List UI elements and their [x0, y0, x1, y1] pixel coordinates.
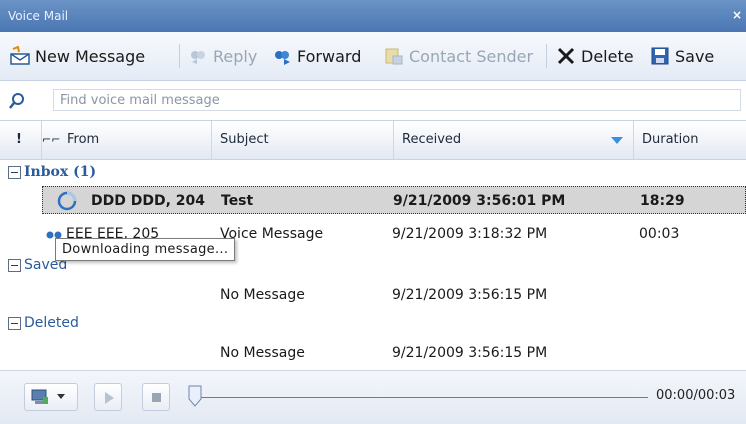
- row-received: 9/21/2009 3:56:01 PM: [393, 193, 566, 209]
- column-duration[interactable]: Duration: [634, 121, 746, 159]
- search-bar: [0, 86, 746, 116]
- toolbar-divider: [546, 44, 547, 68]
- table-row[interactable]: No Message 9/21/2009 3:56:15 PM: [42, 281, 746, 309]
- save-label: Save: [675, 46, 715, 66]
- playback-slider-thumb[interactable]: [188, 385, 202, 407]
- group-deleted[interactable]: Deleted: [0, 310, 746, 336]
- contact-sender-button[interactable]: Contact Sender: [384, 32, 533, 80]
- column-priority[interactable]: !: [0, 121, 42, 159]
- table-row[interactable]: No Message 9/21/2009 3:56:15 PM: [42, 339, 746, 367]
- player-bar: 00:00/00:03: [0, 370, 746, 424]
- row-duration: 00:03: [639, 226, 680, 242]
- forward-icon: [275, 51, 290, 65]
- delete-button[interactable]: Delete: [556, 32, 634, 80]
- new-message-icon: [10, 46, 30, 65]
- row-received: 9/21/2009 3:18:32 PM: [392, 226, 548, 242]
- new-message-label: New Message: [35, 46, 146, 66]
- search-icon: [9, 93, 24, 109]
- play-icon: [105, 392, 114, 404]
- close-icon[interactable]: ×: [732, 8, 742, 22]
- computer-speaker-icon: [31, 389, 48, 404]
- stop-icon: [152, 393, 161, 402]
- play-button[interactable]: [94, 383, 122, 411]
- collapse-icon[interactable]: [8, 259, 21, 272]
- row-duration: 18:29: [640, 193, 685, 209]
- playback-time: 00:00/00:03: [656, 388, 736, 403]
- search-input[interactable]: [53, 89, 741, 111]
- downloading-tooltip: Downloading message...: [55, 238, 236, 261]
- window-title-bar: Voice Mail ×: [0, 0, 746, 32]
- stop-button[interactable]: [142, 383, 170, 411]
- output-device-button[interactable]: [24, 383, 78, 411]
- window-title: Voice Mail: [8, 9, 69, 23]
- column-received-label: Received: [402, 132, 462, 147]
- group-label: Inbox (1): [24, 164, 97, 180]
- save-icon: [651, 47, 669, 65]
- table-row[interactable]: DDD DDD, 204 Test 9/21/2009 3:56:01 PM 1…: [42, 186, 746, 214]
- sort-descending-icon: [611, 137, 623, 144]
- row-subject: No Message: [220, 287, 305, 303]
- reply-label: Reply: [213, 46, 258, 66]
- column-subject[interactable]: Subject: [212, 121, 394, 159]
- row-subject: Test: [221, 193, 254, 209]
- collapse-icon[interactable]: [8, 317, 21, 330]
- dropdown-arrow-icon: [57, 394, 65, 399]
- row-subject: Voice Message: [220, 226, 324, 242]
- delete-label: Delete: [581, 46, 634, 66]
- row-subject: No Message: [220, 345, 305, 361]
- row-received: 9/21/2009 3:56:15 PM: [392, 287, 548, 303]
- row-from: DDD DDD, 204: [91, 193, 206, 209]
- column-received[interactable]: Received: [394, 121, 634, 159]
- new-message-button[interactable]: New Message: [10, 32, 145, 80]
- contact-sender-icon: [385, 48, 403, 65]
- save-button[interactable]: Save: [650, 32, 714, 80]
- column-header: ! ⌐⌐ From Subject Received Duration: [0, 120, 746, 160]
- contact-sender-label: Contact Sender: [409, 46, 534, 66]
- group-label: Deleted: [24, 315, 79, 331]
- column-type[interactable]: ⌐⌐: [42, 121, 62, 159]
- column-from[interactable]: From: [62, 121, 212, 159]
- forward-button[interactable]: Forward: [272, 32, 361, 80]
- toolbar-divider: [179, 44, 180, 68]
- playback-track[interactable]: [196, 397, 648, 398]
- collapse-icon[interactable]: [8, 166, 21, 179]
- loading-spinner-icon: [57, 191, 77, 211]
- delete-icon: [557, 47, 575, 65]
- row-received: 9/21/2009 3:56:15 PM: [392, 345, 548, 361]
- group-inbox[interactable]: Inbox (1): [0, 159, 746, 185]
- reply-icon: [191, 51, 205, 64]
- reply-button[interactable]: Reply: [188, 32, 257, 80]
- forward-label: Forward: [297, 46, 362, 66]
- toolbar: New Message Reply Forward Contact Sender…: [0, 32, 746, 81]
